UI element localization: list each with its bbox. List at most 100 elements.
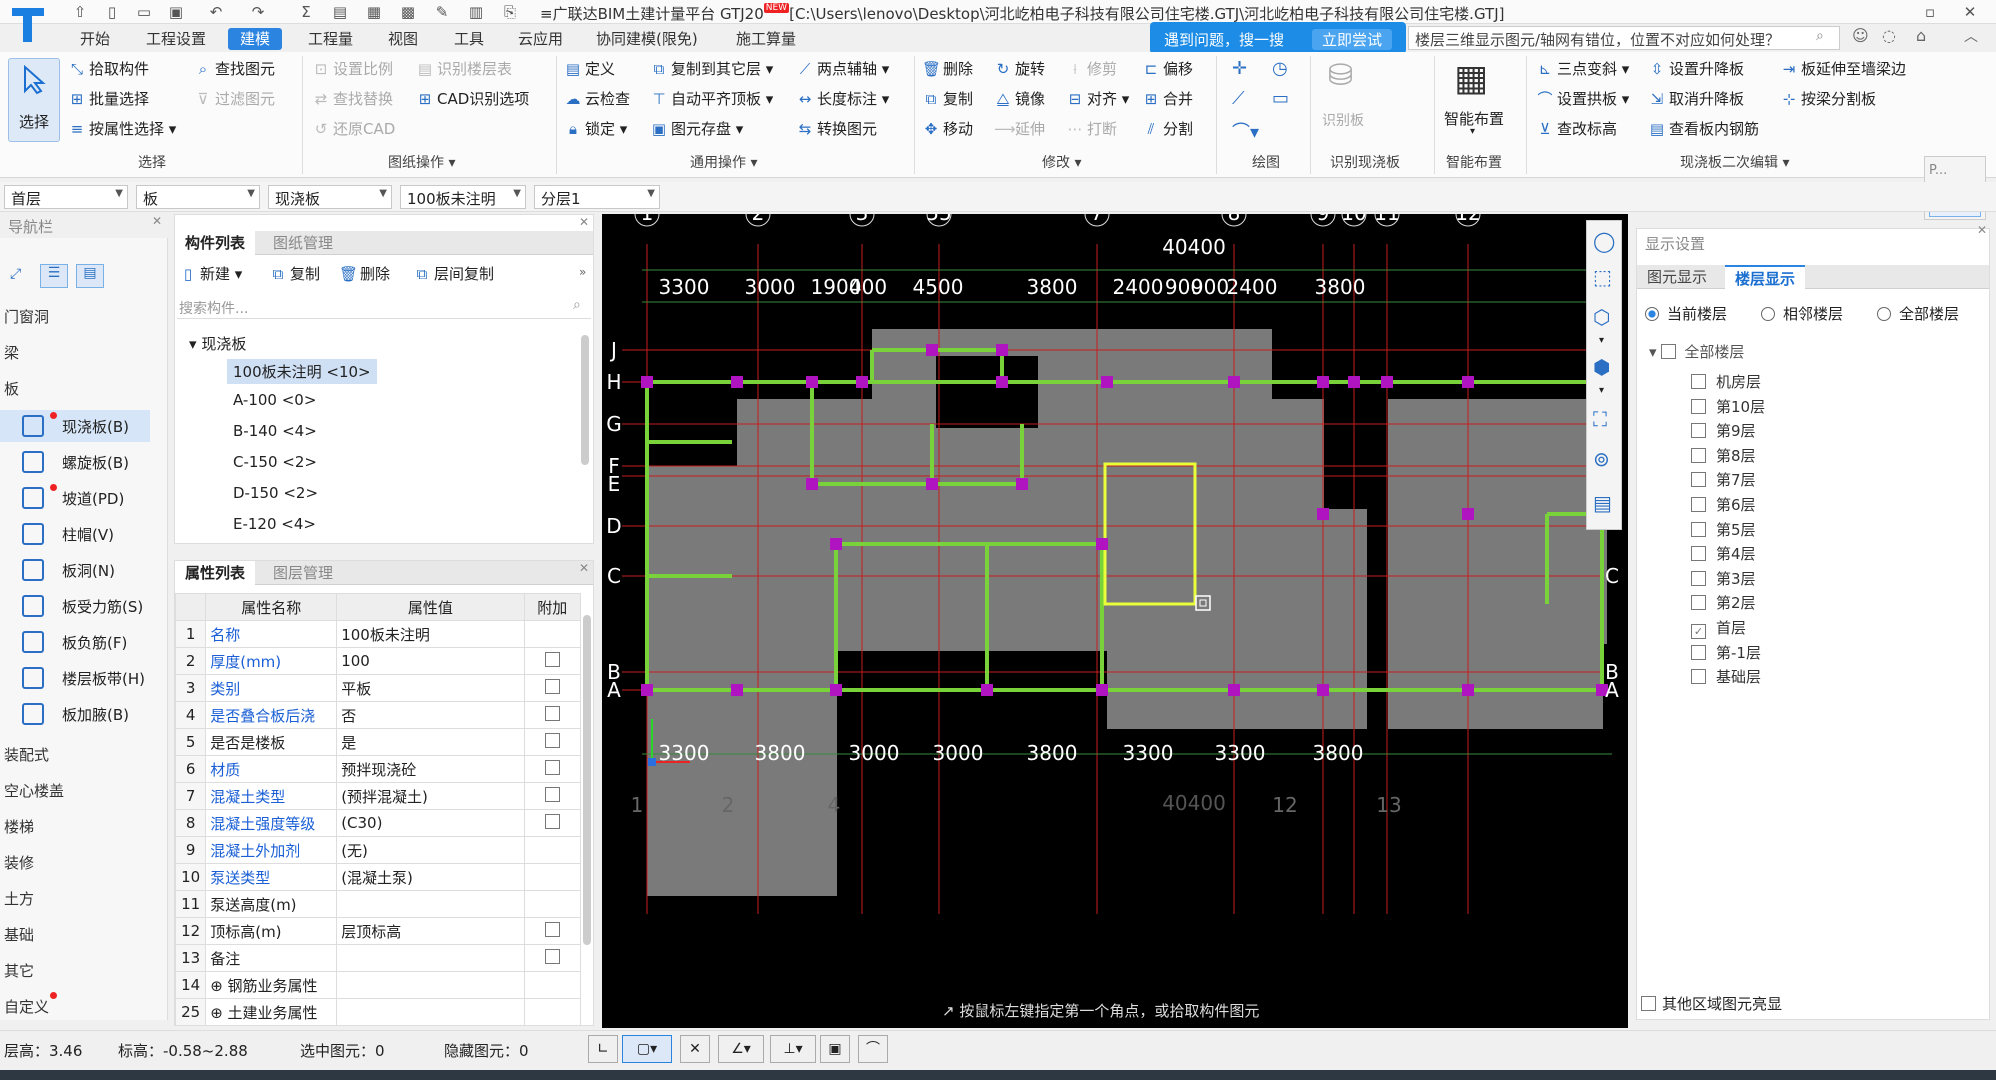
property-value[interactable]: 100 xyxy=(336,647,525,675)
property-value[interactable]: 100板未注明 xyxy=(336,620,525,648)
delete-component-button[interactable]: 🗑︎ 删除 xyxy=(339,263,390,285)
tab-floor-display[interactable]: 楼层显示 xyxy=(1725,265,1806,289)
restore-icon[interactable]: ▫ xyxy=(1920,2,1940,22)
property-row[interactable]: 14 ⊕ 钢筋业务属性 xyxy=(174,971,582,999)
floor-checkbox[interactable]: 第5层 xyxy=(1691,519,1756,540)
pin-icon[interactable]: ⤢ xyxy=(10,266,21,282)
extra-checkbox[interactable] xyxy=(523,863,582,891)
two-point-axis-button[interactable]: ⟋ 两点辅轴 ▾ xyxy=(796,58,890,80)
extra-checkbox[interactable] xyxy=(523,647,582,675)
property-row[interactable]: 4 是否叠合板后浇 否 xyxy=(174,701,582,729)
tree-item[interactable]: E-120 <4> xyxy=(233,515,316,533)
auto-align-top-button[interactable]: ⊤ 自动平齐顶板 ▾ xyxy=(650,88,773,110)
floor-checkbox[interactable]: 第8层 xyxy=(1691,445,1756,466)
copy-button[interactable]: ⧉ 复制 xyxy=(922,88,973,110)
tab-element-display[interactable]: 图元显示 xyxy=(1637,265,1717,289)
break-button[interactable]: ⋯ 打断 xyxy=(1066,118,1118,140)
floor-plan[interactable]: 1235578910111240400330030001900400450038… xyxy=(602,214,1628,1028)
nav-cat-decoration[interactable]: 装修 xyxy=(4,852,34,873)
lock-button[interactable]: 🔒︎ 锁定 ▾ xyxy=(564,118,627,140)
floor-checkbox[interactable]: 第6层 xyxy=(1691,494,1756,515)
skin-icon[interactable]: ⌂ xyxy=(1916,26,1926,45)
collapse-ribbon-icon[interactable]: ︿ xyxy=(1964,26,1978,46)
detail-view-icon[interactable]: ▤ xyxy=(76,264,104,288)
close-icon[interactable]: ✕ xyxy=(579,561,589,575)
property-value[interactable] xyxy=(336,890,525,918)
property-row[interactable]: 6 材质 预拌现浇砼 xyxy=(174,755,582,783)
sum-icon[interactable]: Σ xyxy=(296,2,316,22)
close-icon[interactable]: ✕ xyxy=(579,215,589,229)
find-replace-button[interactable]: ⇄ 查找替换 xyxy=(312,88,393,110)
list-view-icon[interactable]: ☰ xyxy=(40,264,68,288)
property-value[interactable]: (无) xyxy=(336,836,525,864)
tree-item[interactable]: C-150 <2> xyxy=(233,453,317,471)
try-now-button[interactable]: 立即尝试 xyxy=(1312,29,1393,50)
close-icon[interactable]: ✕ xyxy=(152,214,162,228)
calc-icon[interactable]: ▩ xyxy=(398,2,418,22)
property-value[interactable] xyxy=(336,998,525,1026)
extra-checkbox[interactable] xyxy=(523,620,582,648)
property-row[interactable]: 12 顶标高(m) 层顶标高 xyxy=(174,917,582,945)
extend-button[interactable]: ⟶延伸 xyxy=(994,118,1045,140)
cross-icon[interactable]: ✕ xyxy=(680,1035,710,1063)
tree-item-selected[interactable]: 100板未注明 <10> xyxy=(227,359,377,384)
type-select[interactable]: 现浇板 ▼ xyxy=(268,185,392,209)
element-save-button[interactable]: ▣ 图元存盘 ▾ xyxy=(650,118,743,140)
property-row[interactable]: 2 厚度(mm) 100 xyxy=(174,647,582,675)
filter-element-button[interactable]: ⊽ 过滤图元 xyxy=(194,88,276,110)
menu-quantity[interactable]: 工程量 xyxy=(308,28,353,50)
close-icon[interactable]: ✕ xyxy=(1977,223,1987,237)
open-folder-icon[interactable]: ▭ xyxy=(134,2,154,22)
help-search-input[interactable]: 楼层三维显示图元/轴网有错位，位置不对应如何处理？ xyxy=(1408,26,1840,50)
screen-icon[interactable]: ▣ xyxy=(820,1035,850,1063)
property-row[interactable]: 3 类别 平板 xyxy=(174,674,582,702)
set-arch-slab-button[interactable]: ⌒ 设置拱板 ▾ xyxy=(1536,88,1629,110)
delete-button[interactable]: 🗑︎ 删除 xyxy=(922,58,973,80)
cad-options-button[interactable]: ⊞ CAD识别选项 xyxy=(416,88,530,110)
reset-view-icon[interactable]: ⊚ xyxy=(1593,447,1610,471)
define-button[interactable]: ▤ 定义 xyxy=(564,58,615,80)
menu-project-settings[interactable]: 工程设置 xyxy=(146,28,206,50)
extra-checkbox[interactable] xyxy=(523,809,582,837)
extra-checkbox[interactable] xyxy=(523,971,582,999)
tree-item[interactable]: B-140 <4> xyxy=(233,422,317,440)
orbit-icon[interactable]: ◯ xyxy=(1593,229,1615,253)
new-file-icon[interactable]: ▯ xyxy=(102,2,122,22)
recognize-floor-table-button[interactable]: ▤ 识别楼层表 xyxy=(416,58,512,80)
scrollbar[interactable] xyxy=(583,615,591,945)
pick-component-button[interactable]: ⤡ 拾取构件 xyxy=(68,58,149,80)
copy-component-button[interactable]: ⧉ 复制 xyxy=(269,263,320,285)
layer-select[interactable]: 分层1 ▼ xyxy=(534,185,660,209)
extend-slab-button[interactable]: ⇥ 板延伸至墙梁边 xyxy=(1780,58,1906,80)
batch-select-button[interactable]: ⊞ 批量选择 xyxy=(68,88,149,110)
property-row[interactable]: 25 ⊕ 土建业务属性 xyxy=(174,998,582,1026)
nav-cat-slab[interactable]: 板 xyxy=(4,378,19,399)
offset-button[interactable]: ⊏ 偏移 xyxy=(1142,58,1193,80)
property-value[interactable]: 层顶标高 xyxy=(336,917,525,945)
upload-icon[interactable]: ⇧ xyxy=(70,2,90,22)
cancel-raise-button[interactable]: ⇲ 取消升降板 xyxy=(1648,88,1744,110)
nav-item-slab-rebar[interactable]: 板受力筋(S) xyxy=(0,590,150,622)
undo-icon[interactable]: ↶ xyxy=(206,2,226,22)
dim-icon[interactable]: ⊥▾ xyxy=(770,1035,816,1063)
menu-start[interactable]: 开始 xyxy=(80,28,110,50)
line-icon[interactable]: ⟋ xyxy=(1232,88,1245,109)
more-icon[interactable]: » xyxy=(579,265,586,279)
angle-icon[interactable]: ∠▾ xyxy=(718,1035,764,1063)
arc-icon[interactable]: ⌒▾ xyxy=(1232,118,1259,144)
merge-button[interactable]: ⊞ 合并 xyxy=(1142,88,1193,110)
property-value[interactable]: 平板 xyxy=(336,674,525,702)
nav-cat-hollow[interactable]: 空心楼盖 xyxy=(4,780,64,801)
smart-layout-button[interactable]: ▦ 智能布置 ▾ xyxy=(1440,58,1512,142)
menu-tools[interactable]: 工具 xyxy=(454,28,484,50)
extra-checkbox[interactable] xyxy=(523,728,582,756)
view-icon[interactable]: ▥ xyxy=(466,2,486,22)
tree-root[interactable]: ▾ 现浇板 xyxy=(189,333,246,354)
notes-icon[interactable]: ▤ xyxy=(1593,491,1612,515)
edit-icon[interactable]: ✎ xyxy=(432,2,452,22)
drawing-canvas[interactable]: 1235578910111240400330030001900400450038… xyxy=(602,214,1628,1028)
trim-button[interactable]: ⟊ 修剪 xyxy=(1066,58,1117,80)
extra-checkbox[interactable] xyxy=(523,782,582,810)
search-icon[interactable]: ⌕ xyxy=(1816,28,1824,44)
radio-all-floors[interactable]: 全部楼层 xyxy=(1877,303,1959,324)
